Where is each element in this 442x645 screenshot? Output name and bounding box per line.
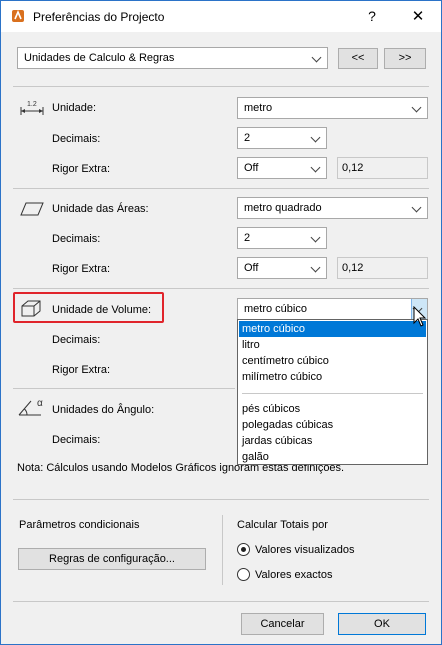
volume-unit-label: Unidade de Volume: (52, 304, 152, 316)
length-rigor-select[interactable]: Off (237, 157, 327, 179)
volume-unit-value: metro cúbico (244, 303, 307, 315)
area-rigor-field: 0,12 (337, 257, 428, 279)
volume-option[interactable]: litro (239, 337, 426, 353)
exact-values-label[interactable]: Valores exactos (255, 569, 332, 581)
displayed-values-radio[interactable] (237, 543, 250, 556)
dropdown-separator (242, 393, 423, 394)
conditional-parameters-label: Parâmetros condicionais (19, 519, 140, 531)
volume-decimals-label: Decimais: (52, 334, 101, 346)
volume-option[interactable]: milímetro cúbico (239, 369, 426, 385)
close-button[interactable]: ✕ (395, 1, 441, 32)
prev-page-button[interactable]: << (338, 48, 378, 69)
angle-unit-icon-symbol: α (37, 398, 43, 409)
length-unit-label: Unidade: (52, 102, 97, 114)
next-page-button[interactable]: >> (384, 48, 426, 69)
configuration-rules-button[interactable]: Regras de configuração... (18, 548, 206, 570)
separator (13, 188, 429, 189)
chevron-down-icon (310, 228, 322, 248)
volume-option[interactable]: metro cúbico (239, 321, 426, 337)
chevron-down-icon (411, 198, 423, 218)
window-title: Preferências do Projecto (33, 10, 165, 24)
length-rigor-label: Rigor Extra: (52, 163, 111, 175)
area-rigor-value: Off (244, 262, 259, 274)
separator (13, 499, 429, 500)
volume-option[interactable]: centímetro cúbico (239, 353, 426, 369)
app-icon (12, 9, 24, 22)
volume-option[interactable]: polegadas cúbicas (239, 417, 426, 433)
separator (13, 288, 429, 289)
length-unit-select[interactable]: metro (237, 97, 428, 119)
area-decimals-select[interactable]: 2 (237, 227, 327, 249)
length-decimals-value: 2 (244, 132, 251, 144)
area-decimals-value: 2 (244, 232, 251, 244)
chevron-down-icon (310, 258, 322, 278)
volume-unit-icon (21, 300, 41, 317)
volume-option[interactable]: jardas cúbicas (239, 433, 426, 449)
displayed-values-label[interactable]: Valores visualizados (255, 544, 354, 556)
separator (13, 388, 235, 389)
length-unit-value: metro (244, 102, 273, 114)
totals-label: Calcular Totais por (237, 519, 328, 531)
help-button[interactable]: ? (349, 1, 395, 32)
chevron-down-icon (311, 48, 323, 68)
volume-unit-dropdown-list: metro cúbico litro centímetro cúbico mil… (237, 319, 428, 465)
vertical-separator (222, 515, 223, 585)
title-bar: Preferências do Projecto ? ✕ (1, 1, 441, 32)
cancel-button[interactable]: Cancelar (241, 613, 324, 635)
separator (13, 86, 429, 87)
area-unit-select[interactable]: metro quadrado (237, 197, 428, 219)
mouse-cursor-icon (413, 306, 427, 327)
volume-option[interactable]: pés cúbicos (239, 401, 426, 417)
length-unit-icon-number: 1.2 (27, 101, 37, 108)
area-decimals-label: Decimais: (52, 233, 101, 245)
chevron-down-icon (310, 158, 322, 178)
length-rigor-field: 0,12 (337, 157, 428, 179)
length-unit-icon: 1.2 (20, 101, 44, 115)
length-rigor-value: Off (244, 162, 259, 174)
separator (13, 601, 429, 602)
ok-button[interactable]: OK (338, 613, 426, 635)
volume-unit-select[interactable]: metro cúbico (237, 298, 428, 320)
angle-unit-icon: α (18, 398, 43, 416)
chevron-down-icon (310, 128, 322, 148)
length-decimals-label: Decimais: (52, 133, 101, 145)
volume-rigor-label: Rigor Extra: (52, 364, 111, 376)
page-select-value: Unidades de Calculo & Regras (24, 52, 175, 64)
chevron-down-icon (411, 98, 423, 118)
area-unit-value: metro quadrado (244, 202, 322, 214)
exact-values-radio[interactable] (237, 568, 250, 581)
area-rigor-label: Rigor Extra: (52, 263, 111, 275)
angle-unit-label: Unidades do Ângulo: (52, 404, 155, 416)
preferences-dialog: Preferências do Projecto ? ✕ Unidades de… (0, 0, 442, 645)
area-unit-label: Unidade das Áreas: (52, 203, 149, 215)
area-unit-icon (20, 202, 44, 216)
page-select[interactable]: Unidades de Calculo & Regras (17, 47, 328, 69)
area-rigor-select[interactable]: Off (237, 257, 327, 279)
length-decimals-select[interactable]: 2 (237, 127, 327, 149)
angle-decimals-label: Decimais: (52, 434, 101, 446)
volume-option[interactable]: galão (239, 449, 426, 465)
